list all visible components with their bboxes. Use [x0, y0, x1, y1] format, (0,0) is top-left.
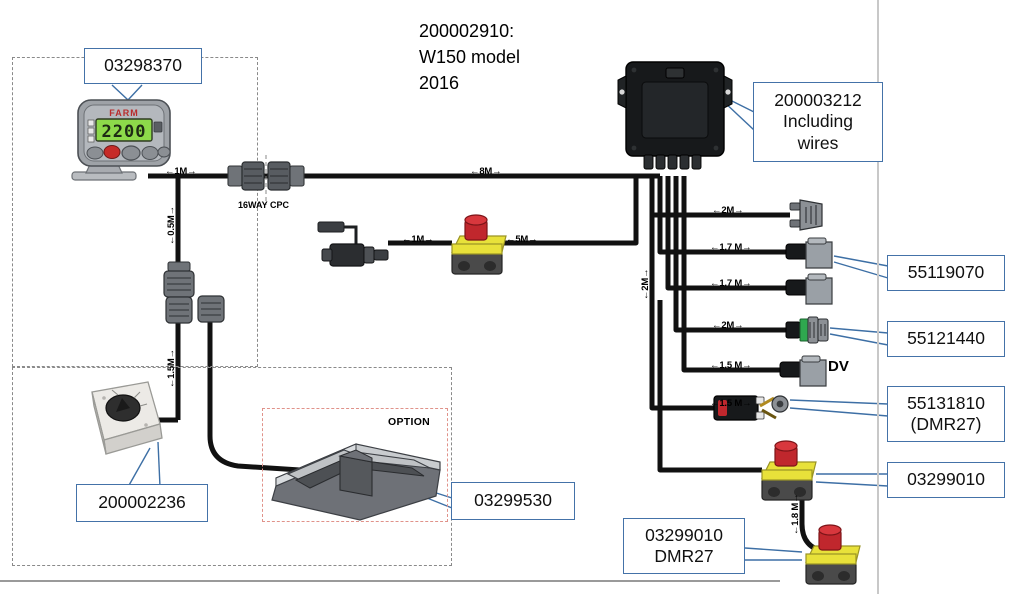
- callout-estop-right-line-1: 03299010: [907, 469, 985, 490]
- callout-limit-switch-line-2: (DMR27): [910, 414, 982, 434]
- length-main-bus-value: 8M: [479, 166, 493, 177]
- callout-control-box-line-2: Including: [782, 111, 854, 132]
- length-branch-2-value: 1.7 M: [719, 242, 743, 253]
- length-solenoid-in: ←1M→: [402, 234, 434, 245]
- length-limit-switch: ←1.5 M→: [710, 398, 752, 409]
- svg-text:FARM: FARM: [109, 108, 139, 118]
- length-selector-down-value: 1.5M: [166, 358, 177, 379]
- callout-55119070-line-1: 55119070: [907, 262, 985, 283]
- callout-selector-switch-line-1: 200002236: [98, 492, 186, 513]
- title-line-2: W150 model: [419, 47, 521, 68]
- d-connector-graphic: [789, 199, 823, 231]
- estop-bottom-graphic: [805, 524, 861, 585]
- length-estop-link: ←1.8 M→: [790, 493, 801, 535]
- length-branch-5-value: 1.5 M: [719, 360, 743, 371]
- callout-display-unit-line-1: 03298370: [104, 55, 182, 76]
- foot-pedal-graphic: [271, 443, 441, 521]
- callout-connector-55119070[interactable]: 55119070: [887, 255, 1005, 291]
- callout-selector-switch[interactable]: 200002236: [76, 484, 208, 522]
- length-branch-4: ←2M→: [712, 320, 744, 331]
- length-estop-link-value: 1.8 M: [790, 502, 801, 526]
- length-display-down-value: 0.5M: [166, 215, 177, 236]
- angled-connector-upper-graphic: [785, 237, 833, 269]
- display-unit-graphic: FARM 2200: [71, 99, 171, 181]
- length-branch-1-value: 2M: [721, 205, 735, 216]
- length-limit-switch-value: 1.5 M: [719, 398, 743, 409]
- callout-connector-55121440[interactable]: 55121440: [887, 321, 1005, 357]
- callout-foot-pedal-line-1: 03299530: [474, 490, 552, 511]
- length-solenoid-in-value: 1M: [411, 234, 425, 245]
- length-display-to-cpc-value: 1M: [174, 166, 188, 177]
- diagram-title: 200002910: W150 model 2016: [419, 18, 520, 96]
- length-display-to-cpc: ←1M→: [165, 166, 197, 177]
- callout-control-box-line-1: 200003212: [774, 89, 862, 110]
- solenoid-valve-graphic: [317, 221, 389, 267]
- length-display-down: ←0.5M→: [166, 206, 177, 245]
- inline-connector-upper-graphic: [163, 261, 195, 324]
- cpc-label-line-2: CPC: [270, 200, 290, 210]
- selector-switch-graphic: [91, 381, 163, 455]
- length-estop-mid-out-value: 5M: [515, 234, 529, 245]
- cpc-label-line-1: 16WAY: [238, 200, 268, 210]
- wiring-diagram-canvas: FARM 2200 200002910: W150 model 2016 032…: [0, 0, 1011, 594]
- title-line-1: 200002910:: [419, 21, 515, 41]
- callout-display-unit[interactable]: 03298370: [84, 48, 202, 84]
- callout-control-box-line-3: wires: [797, 132, 839, 153]
- estop-right-graphic: [761, 440, 817, 501]
- length-branch-3-value: 1.7 M: [719, 278, 743, 289]
- control-box-graphic: [617, 61, 733, 170]
- length-main-bus: ←8M→: [470, 166, 502, 177]
- svg-text:2200: 2200: [102, 122, 147, 142]
- title-line-3: 2016: [419, 73, 460, 94]
- callout-control-box[interactable]: 200003212 Including wires: [753, 82, 883, 162]
- dv-marker-label: DV: [828, 358, 849, 375]
- length-estop-trunk: ←2M→: [640, 268, 651, 300]
- cpc-connector-label: 16WAY CPC: [238, 200, 289, 210]
- inline-connector-lower-graphic: [197, 295, 225, 323]
- length-estop-trunk-value: 2M: [640, 277, 651, 291]
- option-marker-label: OPTION: [388, 416, 431, 428]
- length-branch-1: ←2M→: [712, 205, 744, 216]
- callout-limit-switch-line-1: 55131810: [907, 392, 985, 413]
- callout-estop-bottom-line-2: DMR27: [654, 546, 714, 566]
- dv-connector-graphic: [779, 355, 827, 387]
- length-branch-5: ←1.5 M→: [710, 360, 752, 371]
- proximity-sensor-graphic: [785, 316, 829, 344]
- callout-55121440-line-1: 55121440: [907, 328, 985, 349]
- length-selector-down: ←1.5M→: [166, 349, 177, 388]
- callout-foot-pedal[interactable]: 03299530: [451, 482, 575, 520]
- callout-estop-right[interactable]: 03299010: [887, 462, 1005, 498]
- cpc-connector-pair-graphic: [227, 155, 305, 205]
- length-branch-3: ←1.7 M→: [710, 278, 752, 289]
- callout-limit-switch[interactable]: 55131810 (DMR27): [887, 386, 1005, 442]
- estop-middle-graphic: [451, 214, 507, 275]
- angled-connector-lower-graphic: [785, 273, 833, 305]
- callout-estop-bottom[interactable]: 03299010 DMR27: [623, 518, 745, 574]
- callout-estop-bottom-line-1: 03299010: [645, 524, 723, 545]
- length-estop-mid-out: ←5M→: [506, 234, 538, 245]
- length-branch-2: ←1.7 M→: [710, 242, 752, 253]
- length-branch-4-value: 2M: [721, 320, 735, 331]
